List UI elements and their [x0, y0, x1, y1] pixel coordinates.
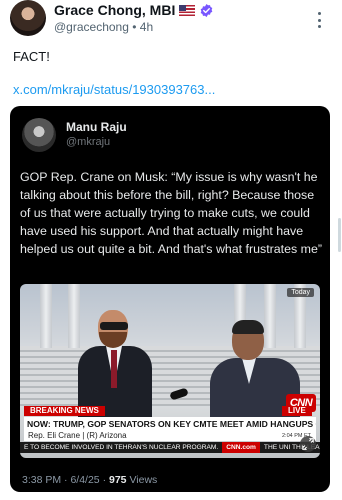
post-age[interactable]: 4h	[140, 20, 153, 34]
handle-line: @gracechong • 4h	[54, 20, 153, 34]
meta-dot: ·	[64, 474, 68, 486]
expand-icon[interactable]	[300, 436, 316, 452]
breaking-news-label: BREAKING NEWS	[24, 406, 105, 416]
post-text: FACT!	[13, 49, 50, 64]
views-label: Views	[129, 474, 158, 486]
us-flag-icon	[179, 5, 196, 16]
verified-badge-icon	[201, 3, 213, 18]
quoted-post-time[interactable]: 3:38 PM	[22, 474, 61, 486]
author-name-line[interactable]: Grace Chong, MBI	[54, 2, 214, 18]
live-label: LIVE	[282, 406, 312, 416]
congressman-figure	[78, 310, 152, 420]
meta-dot: ·	[102, 474, 107, 486]
chyron-headline: NOW: TRUMP, GOP SENATORS ON KEY CMTE MEE…	[24, 417, 316, 431]
capitol-column	[40, 284, 52, 348]
author-name[interactable]: Grace Chong, MBI	[54, 2, 175, 18]
more-options-icon[interactable]	[313, 10, 325, 30]
post-link[interactable]: x.com/mkraju/status/1930393763...	[13, 82, 215, 97]
separator-dot: •	[132, 20, 137, 34]
video-player[interactable]: Today CNN BREAKING NEWS LIVE NOW: TRUMP,…	[20, 284, 320, 458]
quoted-author-avatar[interactable]	[22, 118, 56, 152]
views-count: 975	[109, 474, 127, 486]
quoted-post-meta: 3:38 PM · 6/4/25 · 975 Views	[22, 474, 157, 486]
news-ticker: E TO BECOME INVOLVED IN TEHRAN'S NUCLEAR…	[20, 442, 320, 453]
quoted-author-handle[interactable]: @mkraju	[66, 136, 110, 148]
video-corner-tag: Today	[287, 288, 314, 297]
ticker-text-left: E TO BECOME INVOLVED IN TEHRAN'S NUCLEAR…	[24, 444, 219, 451]
post: Grace Chong, MBI @gracechong • 4h FACT! …	[0, 0, 342, 500]
quoted-post-date[interactable]: 6/4/25	[70, 474, 99, 486]
quoted-post-card[interactable]: Manu Raju @mkraju GOP Rep. Crane on Musk…	[10, 106, 330, 492]
ticker-site: CNN.com	[222, 442, 260, 453]
scrollbar-thumb[interactable]	[338, 218, 341, 252]
quoted-author-name[interactable]: Manu Raju	[66, 120, 127, 134]
chyron-nameplate: Rep. Eli Crane | (R) Arizona	[24, 431, 316, 441]
quoted-post-text: GOP Rep. Crane on Musk: “My issue is why…	[20, 170, 322, 256]
author-avatar[interactable]	[10, 0, 46, 36]
author-handle[interactable]: @gracechong	[54, 20, 129, 34]
